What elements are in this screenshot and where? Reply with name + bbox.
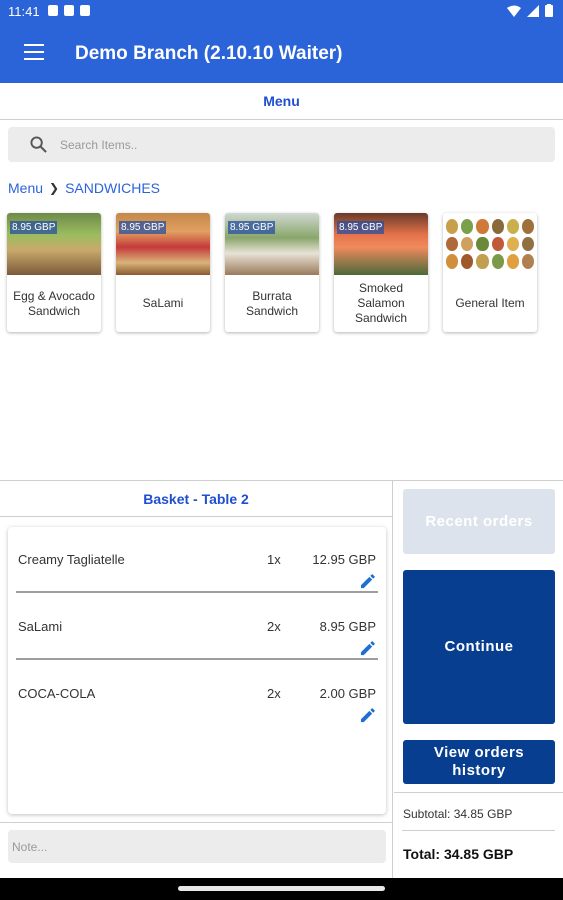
divider [0,822,393,823]
wifi-icon [507,5,521,17]
total-text: Total: 34.85 GBP [403,846,514,862]
notification-icon [64,5,74,16]
basket-item-qty: 1x [267,552,281,567]
search-bar[interactable] [8,127,555,162]
battery-icon [545,4,553,17]
item-image: 8.95 GBP [225,213,319,275]
chevron-right-icon: ❯ [49,181,60,195]
item-price-badge: 8.95 GBP [10,221,58,234]
menu-item-card[interactable]: 8.95 GBP Burrata Sandwich [225,213,319,332]
basket-row[interactable]: Creamy Tagliatelle 1x 12.95 GBP [16,527,378,593]
note-input[interactable] [8,830,386,863]
search-input[interactable] [60,127,540,162]
item-name: SaLami [142,296,184,310]
item-image: 8.95 GBP [116,213,210,275]
item-name: Smoked Salamon Sandwich [354,281,408,325]
item-name: Egg & Avocado Sandwich [13,288,95,318]
basket-item-qty: 2x [267,686,281,701]
basket-list: Creamy Tagliatelle 1x 12.95 GBP SaLami 2… [8,527,386,814]
recent-orders-button[interactable]: Recent orders [403,489,555,554]
menu-item-card[interactable]: 8.95 GBP Smoked Salamon Sandwich [334,213,428,332]
divider [402,830,555,831]
menu-item-card[interactable]: General Item [443,213,537,332]
order-actions-panel: Recent orders Continue View orders histo… [394,481,563,878]
breadcrumb-current: SANDWICHES [65,180,160,196]
item-name: Burrata Sandwich [245,288,299,318]
subtotal-text: Subtotal: 34.85 GBP [403,807,513,821]
status-system-icons [507,4,553,17]
notification-icon [80,5,90,16]
basket-item-price: 12.95 GBP [312,552,376,567]
app-bar: Demo Branch (2.10.10 Waiter) [0,24,563,83]
notification-icon [48,5,58,16]
edit-pencil-icon[interactable] [360,574,375,589]
signal-icon [527,4,539,17]
home-gesture-handle[interactable] [178,886,385,891]
status-bar: 11:41 [0,0,563,24]
basket-panel: Basket - Table 2 Creamy Tagliatelle 1x 1… [0,481,393,878]
menu-item-card[interactable]: 8.95 GBP Egg & Avocado Sandwich [7,213,101,332]
item-price-badge: 8.95 GBP [228,221,276,234]
menu-section-title: Menu [0,83,563,120]
continue-button[interactable]: Continue [403,570,555,724]
basket-item-price: 8.95 GBP [319,619,376,634]
system-nav-bar [0,878,563,900]
basket-item-name: SaLami [18,619,63,634]
menu-hamburger-icon[interactable] [24,44,44,60]
basket-item-price: 2.00 GBP [319,686,376,701]
search-icon [30,136,47,153]
breadcrumb-menu-link[interactable]: Menu [8,180,43,196]
item-image [443,213,537,275]
basket-row[interactable]: COCA-COLA 2x 2.00 GBP [16,661,378,727]
button-label-line: history [452,762,506,779]
menu-item-card[interactable]: 8.95 GBP SaLami [116,213,210,332]
item-name: General Item [455,296,525,310]
divider [394,792,563,793]
basket-item-name: COCA-COLA [18,686,96,701]
app-title: Demo Branch (2.10.10 Waiter) [75,43,343,64]
item-price-badge: 8.95 GBP [119,221,167,234]
view-orders-history-button[interactable]: View orders history [403,740,555,784]
status-notification-icons [48,5,90,16]
basket-row[interactable]: SaLami 2x 8.95 GBP [16,594,378,660]
edit-pencil-icon[interactable] [360,641,375,656]
button-label-line: View orders [433,744,525,761]
menu-items-grid: 8.95 GBP Egg & Avocado Sandwich 8.95 GBP… [7,213,537,332]
edit-pencil-icon[interactable] [360,708,375,723]
basket-item-name: Creamy Tagliatelle [18,552,125,567]
item-image: 8.95 GBP [334,213,428,275]
basket-title: Basket - Table 2 [0,481,392,517]
status-time: 11:41 [8,4,40,19]
item-price-badge: 8.95 GBP [337,221,385,234]
breadcrumb: Menu ❯ SANDWICHES [8,180,160,196]
basket-item-qty: 2x [267,619,281,634]
item-image: 8.95 GBP [7,213,101,275]
